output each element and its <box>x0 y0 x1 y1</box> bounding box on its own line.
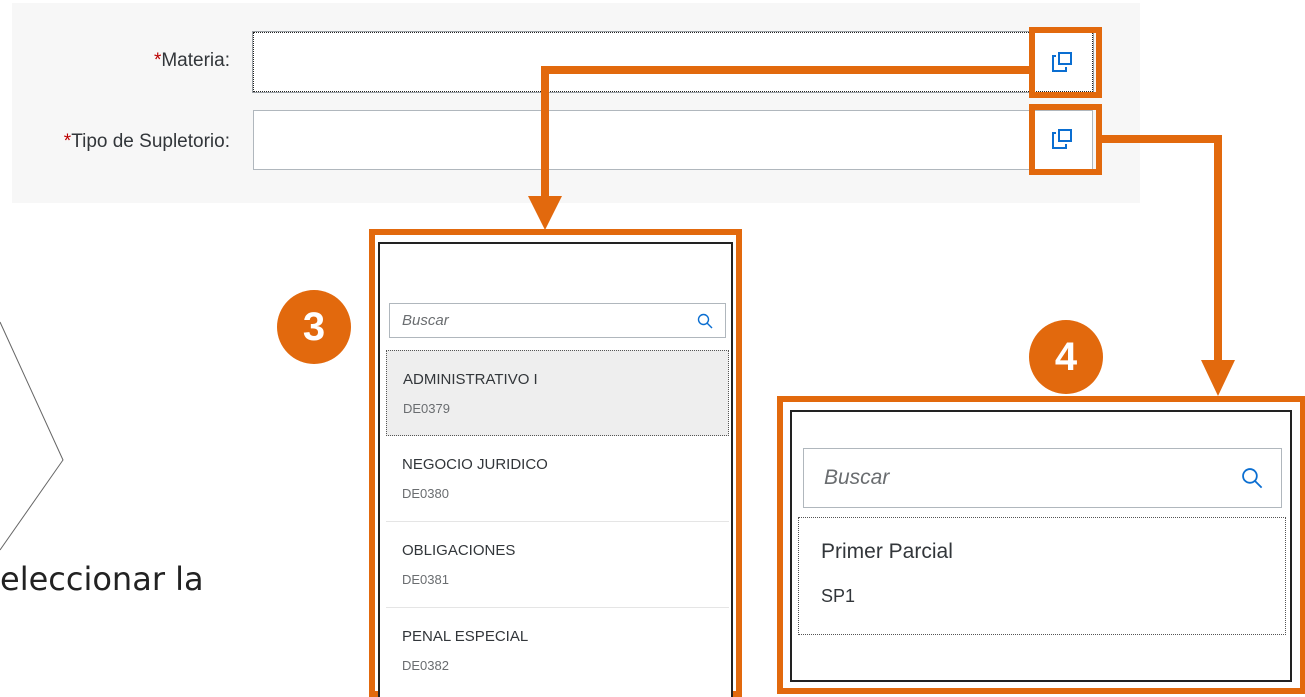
list-item[interactable]: PENAL ESPECIAL DE0382 <box>386 608 729 694</box>
list-item[interactable]: ADMINISTRATIVO I DE0379 <box>386 350 729 436</box>
tipo-popover: Buscar Primer Parcial SP1 <box>790 410 1292 682</box>
search-placeholder: Buscar <box>824 466 890 489</box>
search-placeholder: Buscar <box>402 312 449 329</box>
search-icon[interactable] <box>1241 467 1263 489</box>
list-item[interactable]: OBLIGACIONES DE0381 <box>386 522 729 608</box>
step-badge-4: 4 <box>1029 320 1103 394</box>
list-item[interactable]: NEGOCIO JURIDICO DE0380 <box>386 436 729 522</box>
step-badge-3: 3 <box>277 290 351 364</box>
list-item[interactable]: Primer Parcial SP1 <box>798 517 1286 635</box>
search-icon[interactable] <box>697 313 713 329</box>
materia-popover: Buscar ADMINISTRATIVO I DE0379 NEGOCIO J… <box>378 242 733 697</box>
materia-search-field[interactable]: Buscar <box>389 303 726 338</box>
tipo-search-field[interactable]: Buscar <box>803 448 1282 508</box>
